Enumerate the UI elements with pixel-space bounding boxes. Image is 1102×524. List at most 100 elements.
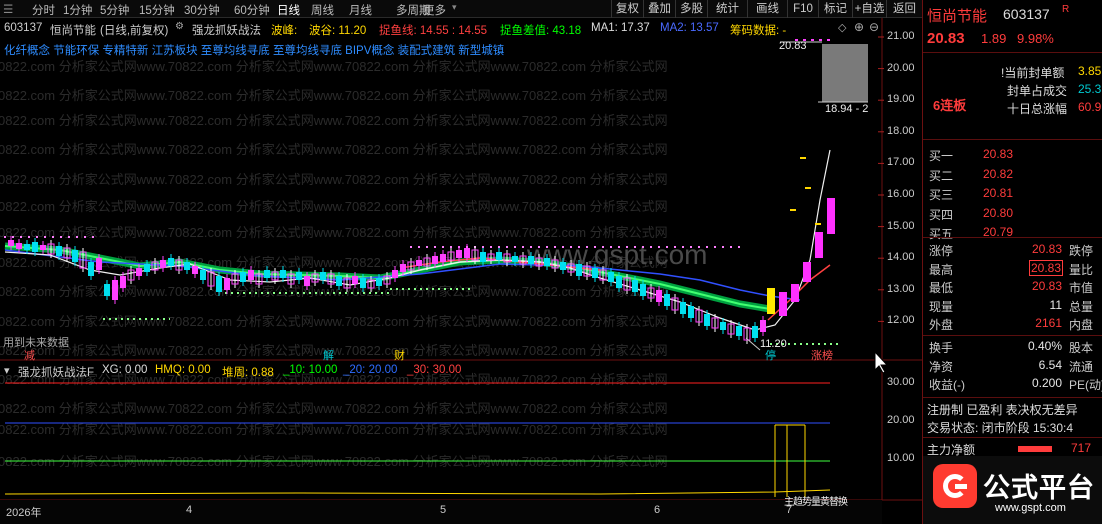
sub-title[interactable]: 强龙抓妖战法F: [18, 364, 94, 380]
mark-jian[interactable]: 减: [24, 347, 35, 363]
watermark-text: 0822.com 分析家公式网www.70822.com 分析家公式网www.7…: [0, 284, 668, 299]
ten-day-label: 十日总涨幅: [1007, 102, 1068, 116]
candle-body: [432, 256, 438, 264]
range-label: 18.94 - 2: [825, 103, 869, 115]
price-tick: 19.00: [887, 93, 915, 106]
zhuoyucha-label: 捉鱼差值: 43.18: [500, 25, 582, 37]
quote-pct: 9.98%: [1017, 31, 1054, 46]
sub-bottom-text: 主趋势量黄替换: [784, 497, 848, 508]
quote-flag: R: [1062, 4, 1070, 15]
candle-limitup: [779, 292, 787, 316]
quote-code: 603137: [1003, 6, 1050, 22]
candle-body: [248, 270, 254, 280]
seal-ratio-label: 封单占成交: [1007, 84, 1068, 98]
candle-body: [72, 250, 78, 262]
settings-icon[interactable]: ⚙: [175, 21, 184, 32]
candle-body: [224, 278, 230, 290]
sub-l10: _10: 10.00: [283, 364, 338, 376]
sub-hmq-line: [4, 489, 831, 495]
kline-chart[interactable]: 0822.com 分析家公式网www.70822.com 分析家公式网www.7…: [0, 0, 922, 524]
candle-body: [96, 258, 102, 270]
candle-body: [88, 262, 94, 276]
candle-body: [32, 242, 38, 252]
zoom-out-icon[interactable]: ⊖: [869, 20, 879, 34]
date-tick: 2026年: [6, 507, 42, 519]
zhuoyu-label: 捉鱼线: 14.55 : 14.55: [379, 25, 488, 37]
watermark-text: 0822.com 分析家公式网www.70822.com 分析家公式网www.7…: [0, 113, 668, 128]
watermark-text: 0822.com 分析家公式网www.70822.com 分析家公式网www.7…: [0, 314, 668, 329]
main-flow-val: 717: [1071, 441, 1092, 455]
ma1-label: MA1: 17.37: [591, 22, 650, 34]
brand-text: 公式平台: [983, 473, 1095, 503]
mark-jie[interactable]: 解: [323, 347, 334, 363]
candle-body: [296, 272, 302, 280]
top-dot: [819, 39, 822, 41]
price-tick: 17.00: [887, 156, 915, 169]
stat2-row: 换手 0.40% 股本: [929, 339, 1094, 355]
candle-body: [352, 276, 358, 284]
candle-body: [24, 244, 30, 250]
candle-body: [576, 264, 582, 276]
candle-body: [144, 264, 150, 272]
zoom-in-icon[interactable]: ⊕: [854, 20, 864, 34]
watermark-text: 0822.com 分析家公式网www.70822.com 分析家公式网www.7…: [0, 422, 668, 437]
stat-row: 涨停 20.83 跌停: [929, 242, 1094, 258]
bid-row[interactable]: 买一 20.83: [923, 146, 1102, 163]
future-data-note: 用到未来数据: [3, 337, 69, 349]
candle-body: [416, 260, 422, 266]
watermark-text: 0822.com 分析家公式网www.70822.com 分析家公式网www.7…: [0, 59, 668, 74]
sub-collapse-icon[interactable]: ▾: [4, 364, 10, 377]
quote-change: 1.89: [981, 31, 1007, 46]
candle-limitup: [767, 288, 775, 314]
candle-body: [184, 262, 190, 270]
bid-row[interactable]: 买五 20.79: [923, 224, 1102, 241]
candle-body: [680, 302, 686, 314]
candle-body: [640, 284, 646, 296]
candle-body: [496, 252, 502, 260]
candle-body: [320, 272, 326, 280]
sub-tick: 20.00: [887, 414, 915, 426]
candle-body: [112, 280, 118, 300]
candle-limitup: [791, 284, 799, 302]
candle-body: [760, 320, 766, 332]
ten-day-val: 60.9: [1078, 100, 1102, 114]
indicator-name[interactable]: 强龙抓妖战法: [192, 22, 261, 38]
watermark-text: 0822.com 分析家公式网www.70822.com 分析家公式网www.7…: [0, 88, 668, 103]
mark-ting[interactable]: 停: [765, 347, 776, 363]
bid-row[interactable]: 买四 20.80: [923, 205, 1102, 222]
brand-logo-icon: [933, 464, 977, 508]
bid-row[interactable]: 买三 20.81: [923, 185, 1102, 202]
price-tick: 13.00: [887, 282, 915, 295]
mark-zhangbang[interactable]: 涨榜: [811, 347, 833, 363]
candle-body: [752, 326, 758, 338]
watermark-text: 0822.com 分析家公式网www.70822.com 分析家公式网www.7…: [0, 401, 668, 416]
candle-body: [456, 250, 462, 258]
price-tick: 21.00: [887, 30, 915, 42]
trade-status: 交易状态: 闭市阶段 15:30:4: [927, 421, 1074, 435]
ma2-label: MA2: 13.57: [660, 22, 719, 34]
watermark-text: 0822.com 分析家公式网www.70822.com 分析家公式网www.7…: [0, 172, 668, 187]
candle-body: [656, 290, 662, 302]
watermark-text: 0822.com 分析家公式网www.70822.com 分析家公式网www.7…: [0, 225, 668, 240]
chouma-label: 筹码数据: -: [730, 25, 787, 37]
candle-body: [120, 276, 126, 288]
date-tick: 4: [186, 504, 193, 516]
concept-tags[interactable]: 化纤概念 节能环保 专精特新 江苏板块 至尊均线寻底 至尊均线寻底 BIPV概念…: [4, 42, 564, 58]
candle-body: [168, 258, 174, 266]
diamond-icon[interactable]: ◇: [838, 21, 846, 34]
bid-row[interactable]: 买二 20.82: [923, 166, 1102, 183]
candle-body: [336, 276, 342, 286]
sub-tick: 10.00: [887, 452, 915, 464]
candle-body: [192, 266, 198, 274]
candle-body: [240, 272, 246, 282]
mark-cai[interactable]: 财: [394, 347, 405, 363]
date-tick: 7: [786, 504, 793, 516]
candle-body: [464, 248, 470, 258]
candle-body: [664, 294, 670, 306]
price-tick: 18.00: [887, 124, 915, 137]
candle-body: [688, 306, 694, 318]
candle-body: [544, 258, 550, 266]
candle-body: [392, 270, 398, 278]
price-tick: 14.00: [887, 251, 915, 264]
sub-l30: _30: 30.00: [407, 364, 462, 376]
